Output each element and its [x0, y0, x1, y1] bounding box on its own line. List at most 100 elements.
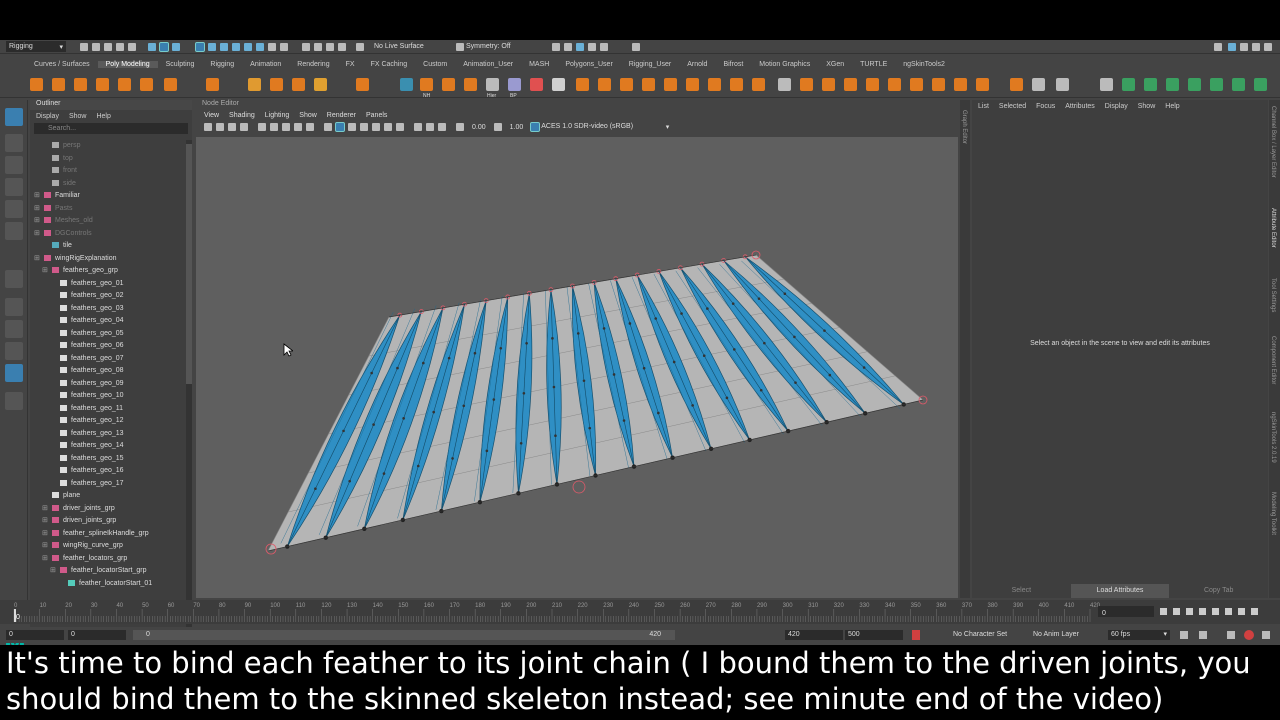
rotate-tool-icon[interactable] [5, 200, 23, 218]
expand-icon[interactable]: ⊞ [42, 553, 48, 566]
expand-icon[interactable]: ⊞ [42, 265, 48, 278]
workspace-icon[interactable] [1214, 42, 1222, 51]
expand-icon[interactable]: ⊞ [42, 503, 48, 516]
gamma-value[interactable]: 1.00 [510, 124, 524, 131]
outliner-item[interactable]: feathers_geo_14 [30, 440, 186, 453]
expand-icon[interactable]: ⊞ [34, 190, 40, 203]
shelf-tab[interactable]: Rigging [202, 61, 242, 68]
shelf-tab[interactable]: Poly Modeling [97, 60, 158, 68]
outliner-item[interactable]: feathers_geo_15 [30, 453, 186, 466]
shelf-tool-icon[interactable] [954, 78, 967, 91]
modeling-toolkit-icon[interactable] [552, 42, 560, 51]
shelf-tool-icon[interactable] [552, 78, 565, 91]
viewport-menu-item[interactable]: Show [299, 112, 317, 119]
shelf-tool-icon[interactable] [530, 78, 543, 91]
tab-tool-settings[interactable]: Tool Settings [1270, 278, 1276, 312]
tab-ngskintools[interactable]: ngSkinTools 2.0.19 [1270, 412, 1276, 463]
shelf-tool-icon[interactable] [442, 78, 455, 91]
shelf-tool-icon[interactable] [74, 78, 87, 91]
attribute-menu-item[interactable]: Attributes [1065, 103, 1095, 110]
expand-icon[interactable]: ⊞ [34, 228, 40, 241]
snap-view-icon[interactable] [232, 42, 240, 51]
shelf-tool-icon[interactable] [752, 78, 765, 91]
shelf-tool-icon[interactable] [778, 78, 791, 91]
shelf-tool-icon[interactable] [888, 78, 901, 91]
toggle-channelbox-icon[interactable] [1228, 42, 1236, 51]
menu-set-selector[interactable]: Rigging ▾ [6, 41, 66, 52]
sphere-icon[interactable] [576, 42, 584, 51]
auto-key-icon[interactable] [912, 630, 920, 640]
3d-viewport[interactable] [196, 137, 958, 598]
outliner-item[interactable]: persp [30, 140, 186, 153]
shelf-tool-icon[interactable] [800, 78, 813, 91]
save-scene-icon[interactable] [104, 42, 112, 51]
show-manip-icon[interactable] [5, 270, 23, 288]
loop-icon[interactable] [1180, 631, 1188, 639]
snap-curve-icon[interactable] [208, 42, 216, 51]
outliner-item[interactable]: plane [30, 490, 186, 503]
tab-modeling-toolkit[interactable]: Modeling Toolkit [1270, 492, 1276, 535]
textured-icon[interactable] [348, 123, 356, 131]
expand-icon[interactable]: ⊞ [50, 565, 56, 578]
shelf-tab[interactable]: Polygons_User [557, 61, 620, 68]
pause-icon[interactable] [600, 42, 608, 51]
shelf-tab[interactable]: Animation_User [455, 61, 521, 68]
camera-icon[interactable] [564, 42, 572, 51]
outliner-layout-icon[interactable] [5, 364, 23, 382]
expand-icon[interactable]: ⊞ [34, 203, 40, 216]
scale-tool-icon[interactable] [5, 222, 23, 240]
anim-layer-dropdown[interactable]: No Anim Layer [1033, 631, 1079, 638]
go-to-end-icon[interactable] [1251, 608, 1258, 615]
outliner-item[interactable]: feathers_geo_08 [30, 365, 186, 378]
shelf-tool-icon[interactable] [292, 78, 305, 91]
shelf-tool-icon[interactable] [314, 78, 327, 91]
outliner-search-input[interactable]: Search... [34, 123, 188, 134]
viewport-menu-item[interactable]: Lighting [265, 112, 290, 119]
step-back-frame-icon[interactable] [1186, 608, 1193, 615]
shelf-tool-icon[interactable] [30, 78, 43, 91]
lights-icon[interactable] [360, 123, 368, 131]
fps-dropdown[interactable]: 60 fps ▾ [1108, 630, 1170, 640]
snap-grid-icon[interactable] [195, 41, 205, 52]
outliner-item[interactable]: feathers_geo_10 [30, 390, 186, 403]
shelf-tool-icon[interactable] [508, 78, 521, 91]
two-pane-icon[interactable] [5, 342, 23, 360]
select-component-icon[interactable] [172, 42, 180, 51]
outliner-item[interactable]: ⊞ wingRig_curve_grp [30, 540, 186, 553]
outliner-item[interactable]: feathers_geo_02 [30, 290, 186, 303]
step-forward-key-icon[interactable] [1238, 608, 1245, 615]
shelf-tab[interactable]: Arnold [679, 61, 715, 68]
outliner-item[interactable]: ⊞ feather_locatorStart_grp [30, 565, 186, 578]
tab-channel-box[interactable]: Channel Box / Layer Editor [1270, 106, 1276, 178]
settings-icon[interactable] [1262, 631, 1270, 639]
end-time-field[interactable]: 420 [785, 630, 843, 640]
exposure-icon[interactable] [456, 123, 464, 131]
shelf-tool-icon[interactable] [118, 78, 131, 91]
select-tool-icon[interactable] [5, 108, 23, 126]
outliner-item[interactable]: ⊞ Pasts [30, 203, 186, 216]
shelf-tool-icon[interactable] [96, 78, 109, 91]
shelf-tab[interactable]: Rigging_User [621, 61, 679, 68]
shelf-tab[interactable]: FX Caching [363, 61, 416, 68]
attribute-menu-item[interactable]: Focus [1036, 103, 1055, 110]
outliner-item[interactable]: ⊞ feather_locators_grp [30, 553, 186, 566]
shelf-tool-icon[interactable] [140, 78, 153, 91]
current-frame-field[interactable] [1098, 606, 1154, 617]
ao-icon[interactable] [384, 123, 392, 131]
attribute-menu-item[interactable]: Selected [999, 103, 1026, 110]
shelf-tool-icon[interactable] [1122, 78, 1135, 91]
shelf-tab[interactable]: Rendering [289, 61, 337, 68]
expand-icon[interactable]: ⊞ [42, 515, 48, 528]
safe-title-icon[interactable] [306, 123, 314, 131]
snap-pivot-icon[interactable] [256, 42, 264, 51]
step-forward-frame-icon[interactable] [1225, 608, 1232, 615]
lasso-tool-icon[interactable] [5, 134, 23, 152]
expand-icon[interactable]: ⊞ [34, 253, 40, 266]
wireframe-icon[interactable] [324, 123, 332, 131]
four-pane-icon[interactable] [5, 320, 23, 338]
shelf-tab[interactable]: MASH [521, 61, 557, 68]
lock-camera-icon[interactable] [216, 123, 224, 131]
shelf-tool-icon[interactable] [932, 78, 945, 91]
attribute-menu-item[interactable]: Show [1138, 103, 1156, 110]
symmetry-icon[interactable] [456, 42, 464, 51]
